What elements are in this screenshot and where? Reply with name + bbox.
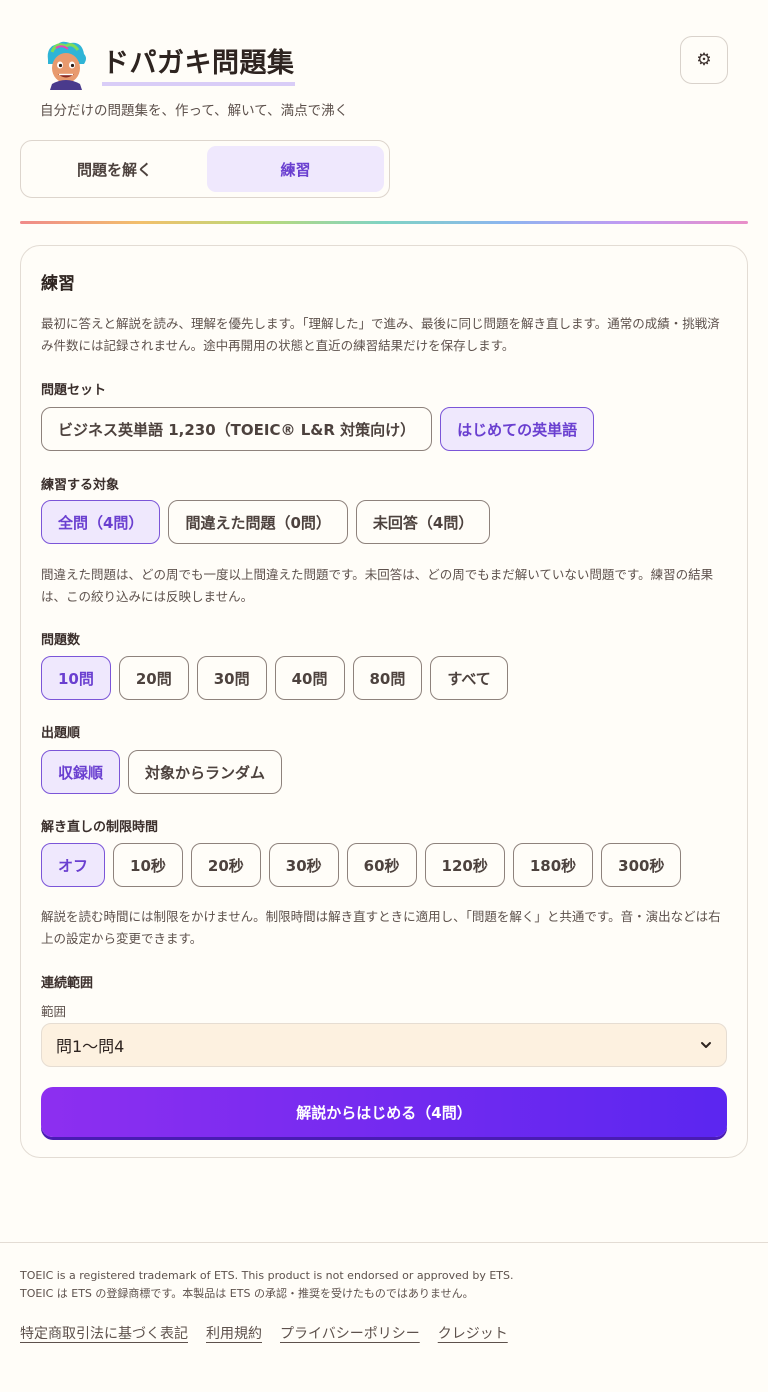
footer-link-credits[interactable]: クレジット <box>438 1323 508 1343</box>
footer-link-commerce-law[interactable]: 特定商取引法に基づく表記 <box>20 1323 188 1343</box>
trademark-note-en: TOEIC is a registered trademark of ETS. … <box>20 1269 514 1282</box>
order-options: 収録順 対象からランダム <box>41 750 283 794</box>
chevron-down-icon <box>701 1042 711 1048</box>
count-option-80[interactable]: 80問 <box>352 656 423 700</box>
time-option-60[interactable]: 60秒 <box>346 843 417 887</box>
set-option-business[interactable]: ビジネス英単語 1,230（TOEIC® L&R 対策向け） <box>41 407 433 451</box>
set-option-beginner[interactable]: はじめての英単語 <box>440 407 595 451</box>
rainbow-divider <box>20 221 748 224</box>
mode-tabs: 問題を解く 練習 <box>20 140 390 198</box>
time-option-10[interactable]: 10秒 <box>113 843 183 887</box>
count-option-30[interactable]: 30問 <box>196 656 267 700</box>
range-select-value: 問1〜問4 <box>56 1037 125 1056</box>
tab-practice[interactable]: 練習 <box>207 146 384 192</box>
time-option-off[interactable]: オフ <box>41 843 106 887</box>
settings-button[interactable]: ⚙ <box>680 36 728 84</box>
time-limit-label: 解き直しの制限時間 <box>41 820 159 835</box>
time-option-120[interactable]: 120秒 <box>424 843 505 887</box>
target-options: 全問（4問） 間違えた問題（0問） 未回答（4問） <box>41 500 491 544</box>
count-label: 問題数 <box>41 633 81 648</box>
range-label: 連続範囲 <box>41 976 94 991</box>
count-option-all[interactable]: すべて <box>430 656 508 700</box>
order-option-sequential[interactable]: 収録順 <box>41 750 121 794</box>
header: ドパガキ問題集 ⚙ 自分だけの問題集を、作って、解いて、満点で沸く <box>20 0 748 119</box>
time-limit-options: オフ 10秒 20秒 30秒 60秒 120秒 180秒 300秒 <box>41 843 682 887</box>
target-label: 練習する対象 <box>41 478 120 493</box>
range-select[interactable]: 問1〜問4 <box>41 1023 727 1067</box>
start-practice-button[interactable]: 解説からはじめる（4問） <box>41 1087 727 1137</box>
footer-link-privacy[interactable]: プライバシーポリシー <box>280 1323 420 1343</box>
target-option-all[interactable]: 全問（4問） <box>41 500 161 544</box>
trademark-note-ja: TOEIC は ETS の登録商標です。本製品は ETS の承認・推奨を受けたも… <box>20 1287 474 1300</box>
count-option-20[interactable]: 20問 <box>118 656 189 700</box>
order-option-random[interactable]: 対象からランダム <box>128 750 283 794</box>
app-title: ドパガキ問題集 <box>102 46 295 86</box>
count-option-40[interactable]: 40問 <box>274 656 345 700</box>
question-set-label: 問題セット <box>41 383 107 398</box>
time-option-180[interactable]: 180秒 <box>512 843 594 887</box>
target-option-wrong[interactable]: 間違えた問題（0問） <box>168 500 348 544</box>
target-option-unanswered[interactable]: 未回答（4問） <box>355 500 491 544</box>
target-note: 間違えた問題は、どの周でも一度以上間違えた問題です。未回答は、どの周でもまだ解い… <box>41 567 714 604</box>
order-label: 出題順 <box>41 726 81 741</box>
time-option-30[interactable]: 30秒 <box>268 843 339 887</box>
footer-link-terms[interactable]: 利用規約 <box>206 1323 262 1343</box>
gear-icon: ⚙ <box>696 50 712 70</box>
character-avatar-icon <box>47 41 86 90</box>
practice-title: 練習 <box>41 274 75 294</box>
app-subtitle: 自分だけの問題集を、作って、解いて、満点で沸く <box>40 103 349 119</box>
footer-divider <box>0 1242 768 1243</box>
practice-description: 最初に答えと解説を読み、理解を優先します。「理解した」で進み、最後に同じ問題を解… <box>41 316 720 353</box>
count-option-10[interactable]: 10問 <box>41 656 111 700</box>
time-option-20[interactable]: 20秒 <box>190 843 261 887</box>
footer-links: 特定商取引法に基づく表記 利用規約 プライバシーポリシー クレジット <box>20 1323 508 1343</box>
tab-solve[interactable]: 問題を解く <box>26 146 203 192</box>
count-options: 10問 20問 30問 40問 80問 すべて <box>41 656 508 700</box>
time-option-300[interactable]: 300秒 <box>601 843 682 887</box>
time-limit-note: 解説を読む時間には制限をかけません。制限時間は解き直すときに適用し、「問題を解く… <box>41 909 721 946</box>
range-field-label: 範囲 <box>41 1004 67 1019</box>
question-set-options: ビジネス英単語 1,230（TOEIC® L&R 対策向け） はじめての英単語 <box>41 407 595 451</box>
practice-card: 練習 最初に答えと解説を読み、理解を優先します。「理解した」で進み、最後に同じ問… <box>20 245 748 1158</box>
